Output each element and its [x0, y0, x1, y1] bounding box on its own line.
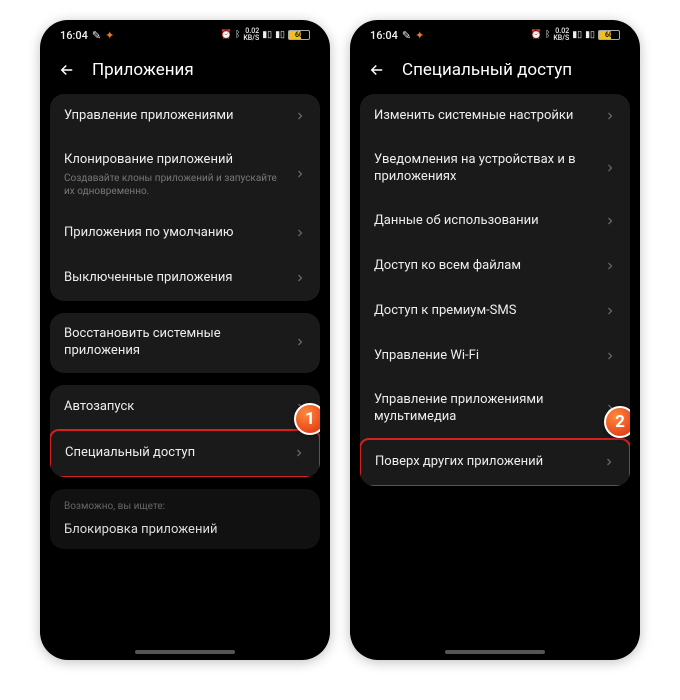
- suggestion-item[interactable]: Блокировка приложений: [64, 522, 306, 537]
- row-label: Управление Wi-Fi: [374, 348, 596, 365]
- row-media-apps[interactable]: Управление приложениями мультимедиа: [360, 379, 630, 439]
- chevron-right-icon: [603, 453, 615, 472]
- leaf-icon: ✦: [105, 29, 114, 42]
- row-modify-system-settings[interactable]: Изменить системные настройки: [360, 94, 630, 139]
- row-label: Управление приложениями: [64, 108, 286, 125]
- suggestion-heading: Возможно, вы ищете:: [64, 501, 306, 512]
- row-display-over-apps[interactable]: Поверх других приложений: [360, 438, 630, 486]
- row-all-files-access[interactable]: Доступ ко всем файлам: [360, 244, 630, 289]
- phone-screen-2: 16:04 ✎ ✦ ⏰ ᛒ 0.02KB/S ▮▯ ▮▯ 60 Специаль…: [350, 20, 640, 660]
- note-icon: ✎: [402, 29, 411, 42]
- row-label: Автозапуск: [64, 399, 286, 416]
- chevron-right-icon: [604, 257, 616, 276]
- row-device-notifications[interactable]: Уведомления на устройствах и в приложени…: [360, 139, 630, 199]
- settings-group-2: Восстановить системные приложения: [50, 313, 320, 373]
- chevron-right-icon: [294, 333, 306, 352]
- row-label: Доступ к премиум-SMS: [374, 303, 596, 320]
- leaf-icon: ✦: [415, 29, 424, 42]
- chevron-right-icon: [294, 165, 306, 184]
- home-indicator[interactable]: [135, 650, 235, 654]
- row-label: Клонирование приложений: [64, 152, 286, 169]
- chevron-right-icon: [604, 347, 616, 366]
- bt-icon: ᛒ: [545, 30, 550, 40]
- chevron-right-icon: [294, 269, 306, 288]
- chevron-right-icon: [604, 159, 616, 178]
- content-area: 2 Изменить системные настройки Уведомлен…: [350, 94, 640, 660]
- header: Специальный доступ: [350, 50, 640, 94]
- battery-icon: 60: [288, 30, 310, 40]
- status-bar: 16:04 ✎ ✦ ⏰ ᛒ 0.02KB/S ▮▯ ▮▯ 60: [350, 20, 640, 50]
- row-autostart[interactable]: Автозапуск: [50, 385, 320, 430]
- page-title: Приложения: [92, 60, 194, 80]
- row-special-access[interactable]: Специальный доступ: [50, 429, 320, 477]
- row-default-apps[interactable]: Приложения по умолчанию: [50, 211, 320, 256]
- suggestion-card: Возможно, вы ищете: Блокировка приложени…: [50, 489, 320, 549]
- step-badge-1: 1: [294, 403, 320, 435]
- signal-icon: ▮▯: [572, 30, 582, 40]
- row-clone-apps[interactable]: Клонирование приложений Создавайте клоны…: [50, 139, 320, 211]
- page-title: Специальный доступ: [402, 60, 572, 80]
- clock: 16:04: [370, 29, 398, 42]
- row-label: Приложения по умолчанию: [64, 225, 286, 242]
- row-label: Доступ ко всем файлам: [374, 258, 596, 275]
- home-indicator[interactable]: [445, 650, 545, 654]
- row-label: Уведомления на устройствах и в приложени…: [374, 152, 596, 186]
- chevron-right-icon: [294, 224, 306, 243]
- row-label: Управление приложениями мультимедиа: [374, 392, 596, 426]
- note-icon: ✎: [92, 29, 101, 42]
- signal-icon: ▮▯: [262, 30, 272, 40]
- alarm-icon: ⏰: [221, 30, 232, 40]
- clock: 16:04: [60, 29, 88, 42]
- settings-group-1: Управление приложениями Клонирование при…: [50, 94, 320, 301]
- row-label: Выключенные приложения: [64, 270, 286, 287]
- row-label: Восстановить системные приложения: [64, 326, 286, 360]
- phone-screen-1: 16:04 ✎ ✦ ⏰ ᛒ 0.02KB/S ▮▯ ▮▯ 60 Приложен…: [40, 20, 330, 660]
- row-disabled-apps[interactable]: Выключенные приложения: [50, 256, 320, 301]
- status-bar: 16:04 ✎ ✦ ⏰ ᛒ 0.02KB/S ▮▯ ▮▯ 60: [40, 20, 330, 50]
- step-badge-2: 2: [604, 406, 630, 438]
- row-label: Специальный доступ: [65, 445, 285, 462]
- alarm-icon: ⏰: [531, 30, 542, 40]
- bt-icon: ᛒ: [235, 30, 240, 40]
- settings-group-3: 1 Автозапуск Специальный доступ: [50, 385, 320, 477]
- chevron-right-icon: [604, 212, 616, 231]
- row-label: Изменить системные настройки: [374, 108, 596, 125]
- row-usage-data[interactable]: Данные об использовании: [360, 199, 630, 244]
- row-restore-system-apps[interactable]: Восстановить системные приложения: [50, 313, 320, 373]
- battery-icon: 60: [598, 30, 620, 40]
- back-icon[interactable]: [368, 61, 386, 79]
- row-wifi-control[interactable]: Управление Wi-Fi: [360, 334, 630, 379]
- settings-group: 2 Изменить системные настройки Уведомлен…: [360, 94, 630, 486]
- row-subtitle: Создавайте клоны приложений и запускайте…: [64, 172, 286, 198]
- chevron-right-icon: [294, 107, 306, 126]
- back-icon[interactable]: [58, 61, 76, 79]
- signal-icon-2: ▮▯: [585, 30, 595, 40]
- row-manage-apps[interactable]: Управление приложениями: [50, 94, 320, 139]
- row-label: Поверх других приложений: [375, 454, 595, 471]
- content-area: Управление приложениями Клонирование при…: [40, 94, 330, 660]
- header: Приложения: [40, 50, 330, 94]
- signal-icon-2: ▮▯: [275, 30, 285, 40]
- chevron-right-icon: [604, 107, 616, 126]
- row-label: Данные об использовании: [374, 213, 596, 230]
- row-premium-sms[interactable]: Доступ к премиум-SMS: [360, 289, 630, 334]
- chevron-right-icon: [604, 302, 616, 321]
- chevron-right-icon: [293, 444, 305, 463]
